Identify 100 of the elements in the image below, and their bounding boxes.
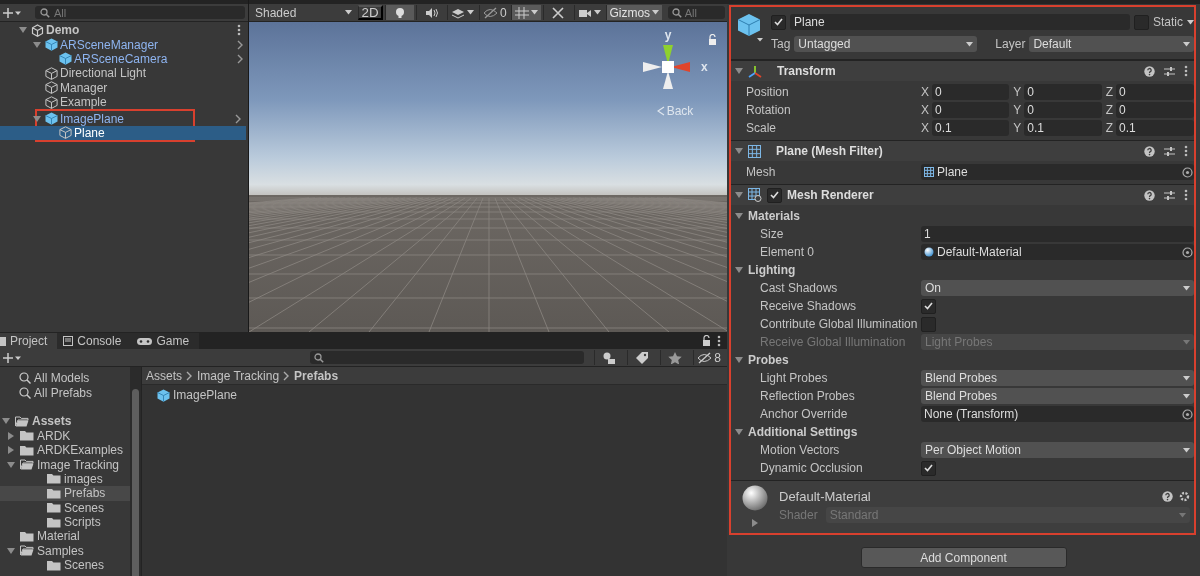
dropdown[interactable]: On bbox=[921, 280, 1194, 296]
number-field[interactable]: 0 bbox=[1024, 84, 1102, 100]
settings-icon[interactable] bbox=[1179, 490, 1190, 502]
lock-icon[interactable] bbox=[702, 334, 711, 346]
panel-tab[interactable]: Game bbox=[131, 333, 200, 349]
dropdown[interactable]: Blend Probes bbox=[921, 388, 1194, 404]
disclosure-triangle-icon[interactable] bbox=[735, 212, 743, 220]
name-field[interactable]: Plane bbox=[790, 14, 1130, 30]
hierarchy-item[interactable]: Directional Light bbox=[0, 66, 248, 81]
help-icon[interactable] bbox=[1144, 145, 1155, 157]
hierarchy-item[interactable]: ImagePlane bbox=[0, 111, 246, 126]
hierarchy-item[interactable]: Example bbox=[0, 94, 248, 110]
add-menu-icon[interactable] bbox=[3, 7, 21, 18]
disclosure-triangle-icon[interactable] bbox=[33, 40, 41, 49]
hierarchy-item[interactable]: ARSceneCamera bbox=[0, 51, 248, 67]
object-field[interactable]: None (Transform) bbox=[921, 406, 1194, 422]
breadcrumb-link[interactable]: Prefabs bbox=[294, 368, 339, 383]
grid-dropdown[interactable] bbox=[511, 5, 542, 20]
object-field[interactable]: Plane bbox=[921, 164, 1194, 180]
number-field[interactable]: 0 bbox=[932, 84, 1010, 100]
hierarchy-item[interactable]: ARSceneManager bbox=[0, 37, 248, 52]
favorite-item[interactable]: All Prefabs bbox=[0, 385, 130, 400]
scrollbar-thumb[interactable] bbox=[132, 389, 139, 576]
section-header[interactable]: Additional Settings bbox=[731, 423, 1194, 441]
more-options-icon[interactable] bbox=[1184, 145, 1188, 157]
folder-item[interactable]: Assets bbox=[0, 414, 130, 429]
disclosure-triangle-icon[interactable] bbox=[735, 67, 743, 75]
gizmos-dropdown[interactable]: Gizmos bbox=[605, 5, 662, 20]
more-options-icon[interactable] bbox=[1184, 65, 1188, 77]
more-options-icon[interactable] bbox=[717, 334, 721, 347]
disclosure-triangle-icon[interactable] bbox=[7, 460, 15, 469]
active-checkbox[interactable] bbox=[771, 14, 786, 30]
number-field[interactable]: 0.1 bbox=[932, 120, 1010, 136]
object-field[interactable]: Default-Material bbox=[921, 244, 1194, 260]
help-icon[interactable] bbox=[1144, 189, 1155, 201]
breadcrumb-link[interactable]: Image Tracking bbox=[197, 368, 280, 383]
add-menu-icon[interactable] bbox=[3, 352, 21, 363]
presets-icon[interactable] bbox=[1164, 65, 1175, 77]
folder-item[interactable]: ARDK bbox=[0, 428, 130, 443]
component-header[interactable]: Plane (Mesh Filter) bbox=[731, 140, 1194, 161]
checkbox[interactable] bbox=[921, 316, 936, 332]
section-header[interactable]: Probes bbox=[731, 351, 1194, 369]
section-header[interactable]: Lighting bbox=[731, 261, 1194, 279]
favorite-item[interactable]: All Models bbox=[0, 371, 130, 386]
disclosure-triangle-icon[interactable] bbox=[735, 356, 743, 364]
dropdown[interactable]: Blend Probes bbox=[921, 370, 1194, 386]
section-header[interactable]: Materials bbox=[731, 207, 1194, 225]
number-field[interactable]: 1 bbox=[921, 226, 1194, 242]
folder-item[interactable]: Scenes bbox=[0, 500, 130, 515]
folder-item[interactable]: ARDKExamples bbox=[0, 442, 130, 458]
help-icon[interactable] bbox=[1144, 65, 1155, 77]
2d-toggle[interactable]: 2D bbox=[357, 5, 384, 20]
shading-dropdown[interactable]: Shaded bbox=[251, 5, 356, 20]
folder-item[interactable]: Scenes bbox=[0, 558, 130, 573]
disclosure-triangle-icon[interactable] bbox=[735, 147, 743, 155]
panel-tab[interactable]: Project bbox=[0, 333, 58, 349]
enabled-checkbox[interactable] bbox=[767, 187, 782, 203]
hidden-packages-toggle[interactable]: 8 bbox=[693, 350, 724, 365]
disclosure-triangle-icon[interactable] bbox=[735, 428, 743, 436]
dropdown[interactable]: Per Object Motion bbox=[921, 442, 1194, 458]
panel-tab[interactable]: Console bbox=[57, 333, 132, 349]
search-field[interactable] bbox=[310, 351, 585, 364]
asset-item[interactable]: ImagePlane bbox=[142, 385, 727, 402]
scene-visibility-button[interactable]: 0 bbox=[479, 5, 510, 20]
number-field[interactable]: 0 bbox=[932, 102, 1010, 118]
folder-item[interactable]: Scripts bbox=[0, 514, 130, 530]
tag-dropdown[interactable]: Untagged bbox=[794, 36, 978, 52]
disclosure-triangle-icon[interactable] bbox=[735, 266, 743, 274]
number-field[interactable]: 0.1 bbox=[1024, 120, 1102, 136]
lighting-toggle[interactable] bbox=[385, 5, 415, 20]
checkbox[interactable] bbox=[921, 460, 936, 476]
component-header[interactable]: Mesh Renderer bbox=[731, 184, 1194, 205]
disclosure-triangle-icon[interactable] bbox=[7, 431, 15, 440]
prefab-cube-icon[interactable] bbox=[737, 13, 765, 43]
disclosure-triangle-icon[interactable] bbox=[7, 446, 15, 455]
disclosure-triangle-icon[interactable] bbox=[7, 546, 15, 555]
camera-dropdown[interactable] bbox=[574, 5, 604, 20]
presets-icon[interactable] bbox=[1164, 145, 1175, 157]
folder-item[interactable]: Material bbox=[0, 529, 130, 544]
number-field[interactable]: 0 bbox=[1116, 102, 1194, 118]
disclosure-triangle-icon[interactable] bbox=[33, 114, 41, 123]
disclosure-triangle-icon[interactable] bbox=[735, 191, 743, 199]
add-component-button[interactable]: Add Component bbox=[860, 547, 1067, 568]
presets-icon[interactable] bbox=[1164, 189, 1175, 201]
folder-item[interactable]: images bbox=[0, 471, 130, 487]
checkbox[interactable] bbox=[921, 298, 936, 314]
breadcrumb-link[interactable]: Assets bbox=[146, 368, 182, 383]
layer-dropdown[interactable]: Default bbox=[1029, 36, 1194, 52]
more-options-icon[interactable] bbox=[237, 24, 241, 37]
hierarchy-item[interactable]: Demo bbox=[0, 23, 248, 38]
object-picker-icon[interactable] bbox=[1182, 408, 1193, 420]
folder-item[interactable]: Prefabs bbox=[0, 486, 130, 501]
more-options-icon[interactable] bbox=[1184, 189, 1188, 201]
disclosure-triangle-icon[interactable] bbox=[19, 26, 27, 35]
disclosure-triangle-icon[interactable] bbox=[751, 519, 759, 527]
folder-item[interactable]: Image Tracking bbox=[0, 457, 130, 472]
number-field[interactable]: 0 bbox=[1116, 84, 1194, 100]
hierarchy-item[interactable]: Manager bbox=[0, 80, 248, 95]
object-picker-icon[interactable] bbox=[1182, 246, 1193, 258]
hierarchy-item[interactable]: Plane bbox=[0, 125, 246, 141]
